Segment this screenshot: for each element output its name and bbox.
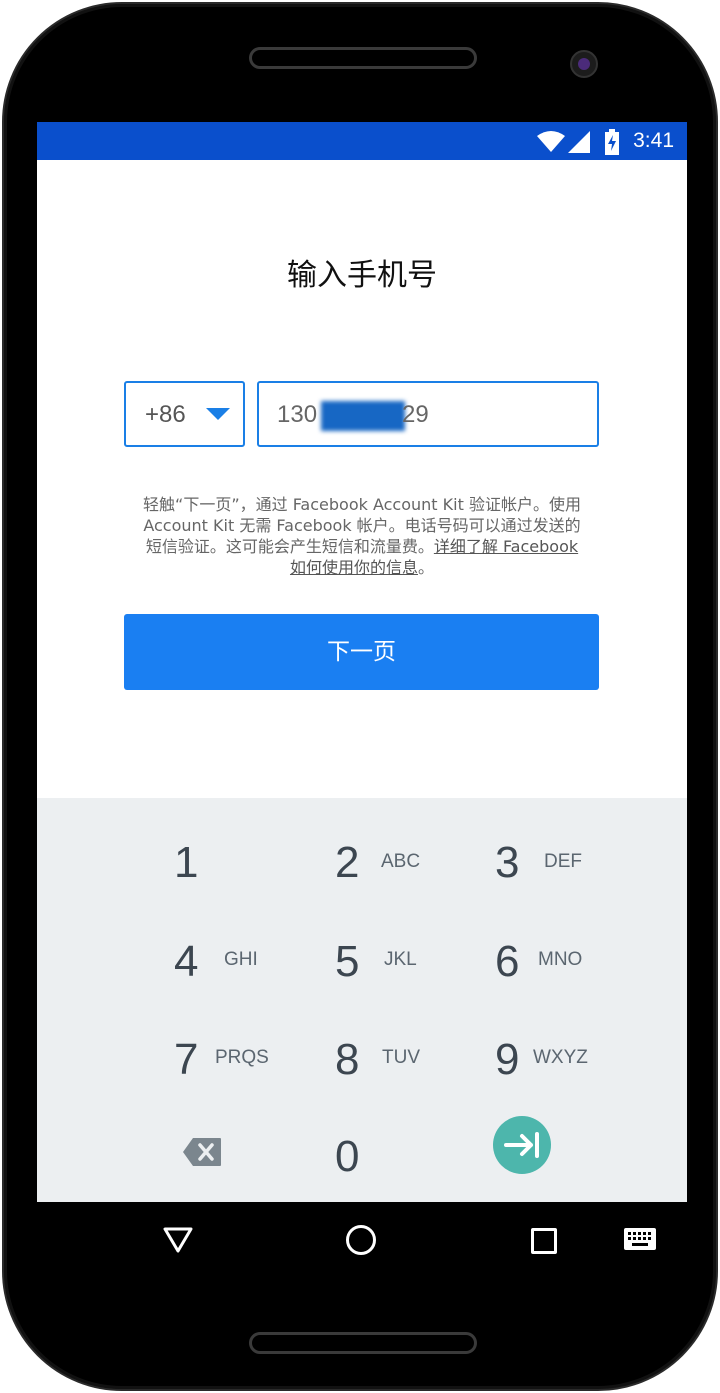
- key-6[interactable]: 6 MNO: [452, 926, 612, 1006]
- key-0[interactable]: 0: [292, 1122, 452, 1202]
- page-title: 输入手机号: [287, 258, 437, 293]
- key-digit: 0: [335, 1132, 360, 1181]
- key-9[interactable]: 9 WXYZ: [452, 1024, 612, 1104]
- key-digit: 7: [174, 1035, 199, 1084]
- disclaimer-text: 轻触“下一页”，通过 Facebook Account Kit 验证帐户。使用 …: [119, 494, 605, 578]
- key-digit: 4: [174, 937, 199, 986]
- back-icon[interactable]: [162, 1226, 194, 1254]
- learn-more-link[interactable]: 详细了解 Facebook: [434, 537, 578, 556]
- front-camera: [570, 50, 598, 78]
- key-digit: 5: [335, 937, 360, 986]
- phone-number-input[interactable]: 130 29: [257, 381, 599, 447]
- caret-down-icon: [206, 408, 230, 420]
- key-letters: DEF: [544, 851, 582, 872]
- next-field-icon[interactable]: [493, 1116, 551, 1174]
- next-button[interactable]: 下一页: [124, 614, 599, 690]
- key-4[interactable]: 4 GHI: [132, 926, 292, 1006]
- disclaimer-line-3: 短信验证。这可能会产生短信和流量费。: [145, 537, 434, 556]
- status-bar: 3:41: [37, 122, 687, 160]
- key-7[interactable]: 7 PRQS: [132, 1024, 292, 1104]
- earpiece-speaker: [249, 47, 477, 69]
- key-1[interactable]: 1: [132, 828, 292, 908]
- phone-number-prefix: 130: [277, 401, 318, 428]
- key-8[interactable]: 8 TUV: [292, 1024, 452, 1104]
- app-screen: 3:41 输入手机号 +86 130 29 轻触“下一页”，通过 Faceboo…: [37, 122, 687, 1202]
- numeric-keypad: 1 2 ABC 3 DEF 4 GHI 5 JKL 6 MNO 7 PRQS 8: [37, 798, 687, 1202]
- learn-more-link-continued[interactable]: 如何使用你的信息: [290, 558, 418, 577]
- disclaimer-line-1: 轻触“下一页”，通过 Facebook Account Kit 验证帐户。使用: [143, 495, 581, 514]
- status-time: 3:41: [633, 129, 674, 152]
- disclaimer-line-2: Account Kit 无需 Facebook 帐户。电话号码可以通过发送的: [143, 516, 581, 535]
- key-letters: PRQS: [215, 1047, 269, 1068]
- backspace-icon[interactable]: [182, 1137, 222, 1167]
- wifi-icon: [537, 131, 565, 152]
- key-letters: JKL: [384, 949, 417, 970]
- country-code-selector[interactable]: +86: [124, 381, 245, 447]
- key-letters: GHI: [224, 949, 258, 970]
- arrow-to-end-icon: [504, 1132, 539, 1158]
- recents-icon[interactable]: [531, 1228, 557, 1254]
- home-icon[interactable]: [346, 1225, 376, 1255]
- key-letters: MNO: [538, 949, 583, 970]
- key-digit: 3: [495, 838, 520, 887]
- redacted-digits: [321, 401, 405, 431]
- bottom-speaker: [249, 1332, 477, 1354]
- key-letters: TUV: [382, 1047, 420, 1068]
- key-2[interactable]: 2 ABC: [292, 828, 452, 908]
- key-digit: 8: [335, 1035, 360, 1084]
- key-digit: 1: [174, 838, 199, 887]
- key-letters: WXYZ: [533, 1047, 588, 1068]
- key-letters: ABC: [381, 851, 421, 872]
- signal-icon: [568, 131, 590, 153]
- key-5[interactable]: 5 JKL: [292, 926, 452, 1006]
- key-3[interactable]: 3 DEF: [452, 828, 612, 908]
- key-digit: 6: [495, 937, 520, 986]
- keyboard-icon[interactable]: [624, 1228, 656, 1252]
- battery-charging-icon: [605, 129, 619, 155]
- key-digit: 9: [495, 1035, 520, 1084]
- key-digit: 2: [335, 838, 360, 887]
- disclaimer-end: 。: [418, 558, 435, 577]
- phone-number-suffix: 29: [402, 401, 429, 428]
- country-code-value: +86: [145, 401, 186, 428]
